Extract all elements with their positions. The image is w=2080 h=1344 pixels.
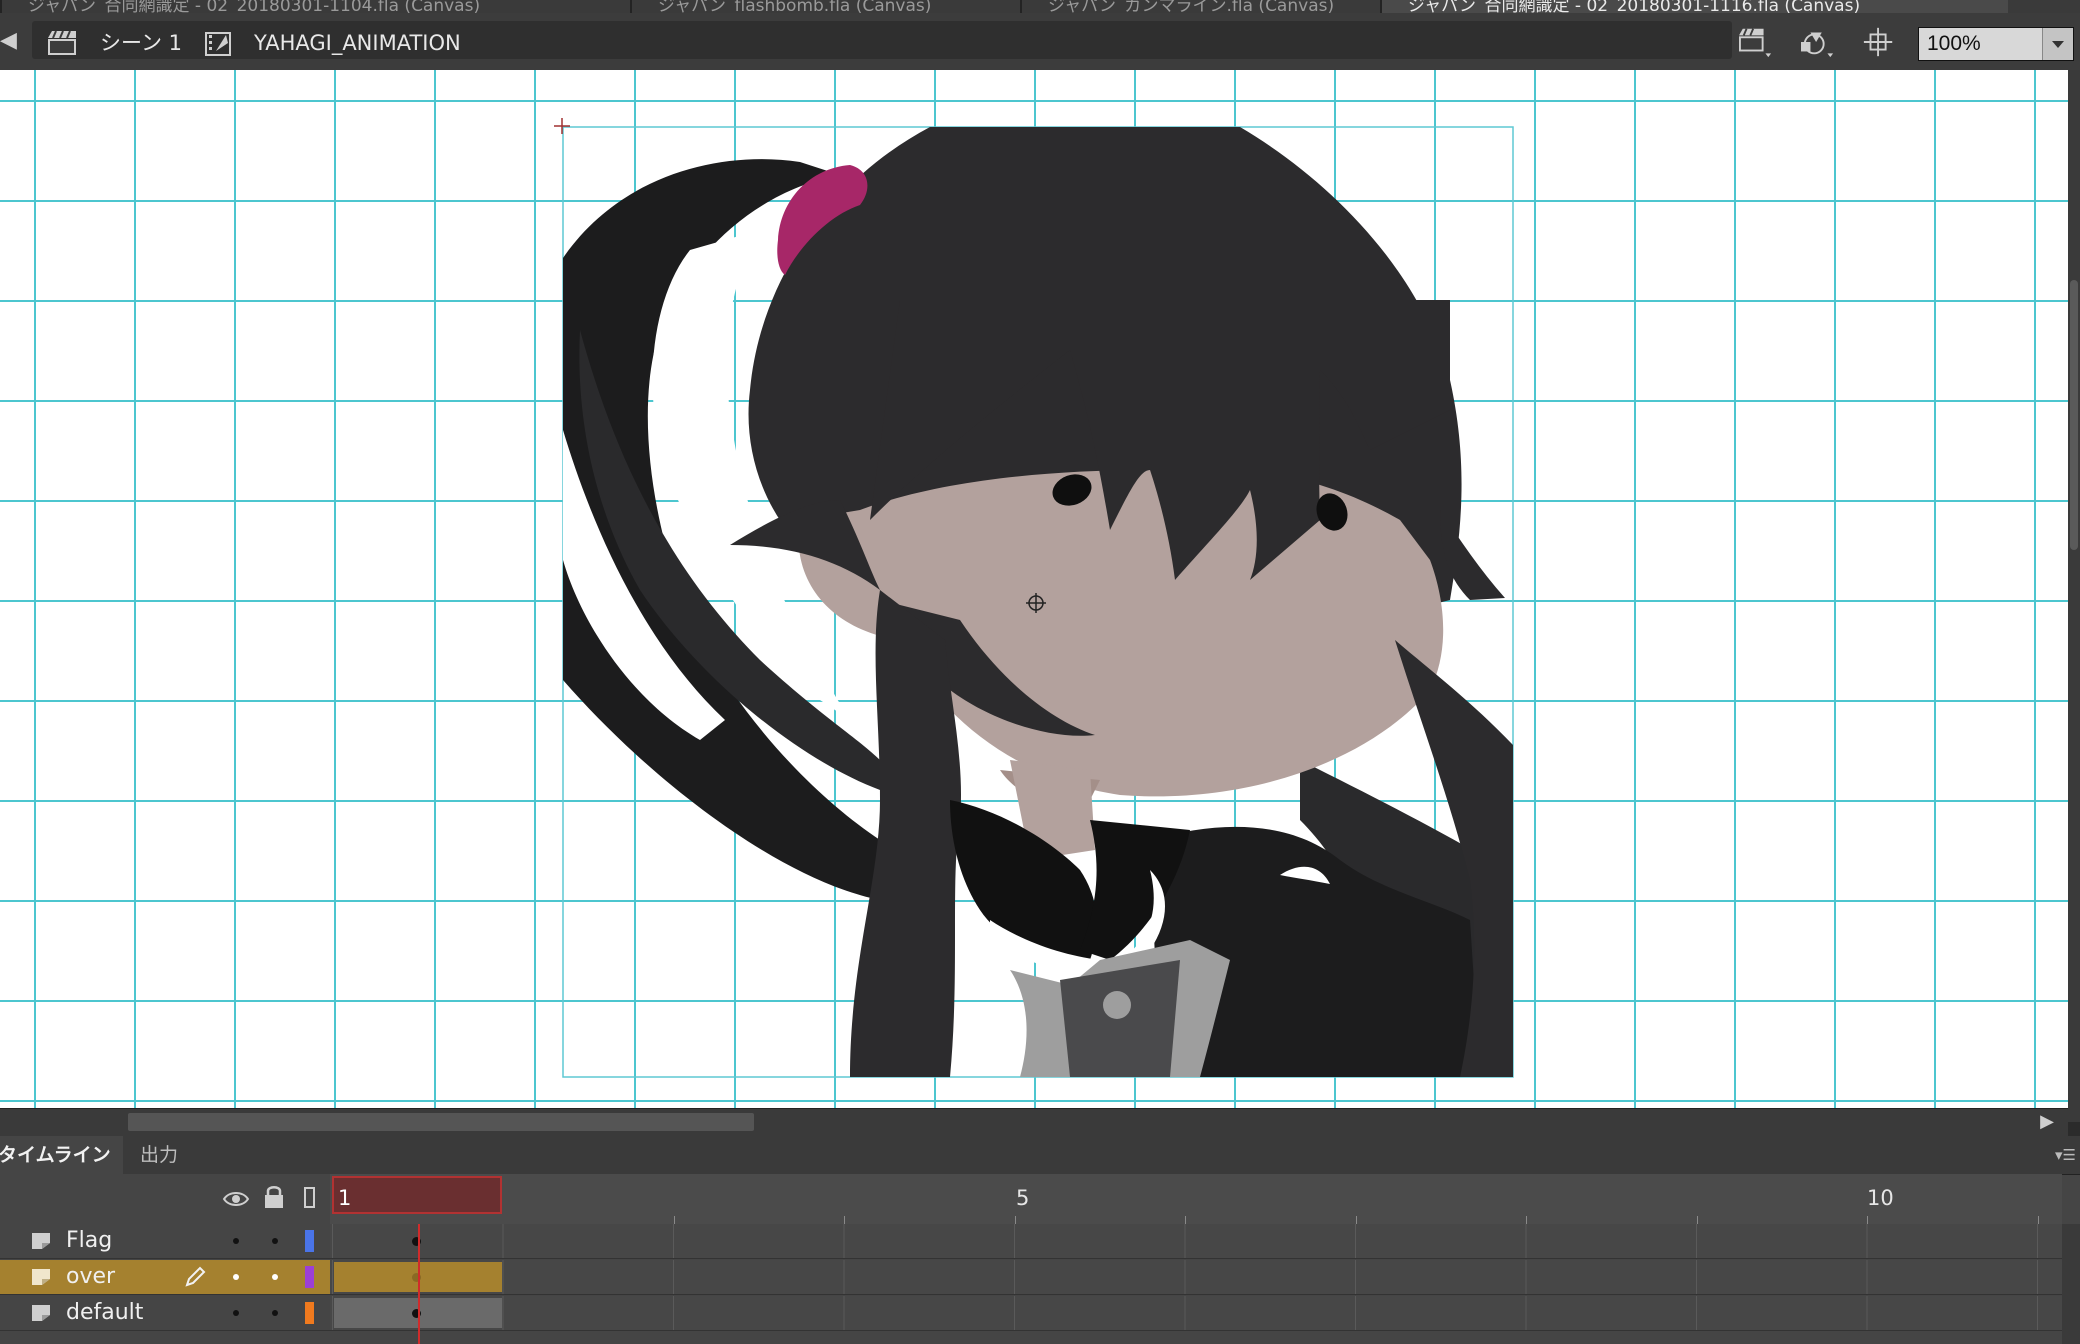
frame-row-default[interactable] (330, 1296, 2062, 1331)
layer-icon (32, 1269, 50, 1285)
chevron-down-icon[interactable] (2042, 28, 2073, 60)
panel-tab-bar: タイムライン 出力 ▾☰ (0, 1136, 2080, 1175)
scroll-thumb[interactable] (2070, 280, 2078, 550)
scroll-thumb[interactable] (128, 1113, 754, 1131)
document-tab[interactable]: ジャパン_flashbomb.fla (Canvas) (630, 0, 931, 13)
layer-row-over[interactable]: over (0, 1260, 330, 1295)
layer-color-swatch[interactable] (305, 1302, 314, 1324)
playhead[interactable]: 1 (332, 1176, 502, 1214)
edit-scene-icon[interactable] (1736, 25, 1776, 59)
stage-vertical-scrollbar[interactable] (2068, 70, 2080, 1122)
layer-row-flag[interactable]: Flag (0, 1224, 330, 1259)
layer-color-swatch[interactable] (305, 1230, 314, 1252)
layer-icon (32, 1233, 50, 1249)
character-artwork[interactable] (0, 70, 2068, 1108)
document-tab[interactable]: ジャパン_ガンマライン.fla (Canvas) (1020, 0, 1334, 13)
document-tab[interactable]: ジャパン_合同網識定 - 02_20180301-1104.fla (Canva… (0, 0, 480, 13)
layer-name[interactable]: over (66, 1263, 115, 1291)
layer-color-swatch[interactable] (305, 1266, 314, 1288)
edit-bar: ◀ シーン 1 YAHAGI_ANIMATION 100% (0, 13, 2080, 71)
lock-dot[interactable] (272, 1238, 278, 1244)
frame-number: 10 (1867, 1186, 1894, 1210)
document-tab-bar: ジャパン_合同網識定 - 02_20180301-1104.fla (Canva… (0, 0, 2080, 13)
outline-icon[interactable] (303, 1186, 317, 1210)
frame-row-over[interactable] (330, 1260, 2062, 1295)
tab-timeline[interactable]: タイムライン (0, 1136, 123, 1174)
tab-output[interactable]: 出力 (128, 1136, 190, 1174)
visibility-dot[interactable] (233, 1310, 239, 1316)
layer-header (0, 1174, 330, 1224)
playhead-line (418, 1224, 420, 1344)
scroll-right-icon[interactable]: ▶ (2040, 1111, 2054, 1132)
edit-symbols-icon[interactable] (1796, 25, 1840, 59)
movie-clip-symbol-icon (205, 32, 231, 56)
timeline-vertical-scrollbar[interactable] (2062, 1224, 2080, 1344)
zoom-select[interactable]: 100% (1918, 27, 2074, 61)
scene-label[interactable]: シーン 1 (100, 30, 182, 56)
center-stage-icon[interactable] (1862, 25, 1896, 59)
pencil-icon (185, 1266, 206, 1287)
scene-clapper-icon[interactable] (46, 29, 80, 57)
frame-row-flag[interactable] (330, 1224, 2062, 1259)
layer-icon (32, 1305, 50, 1321)
frame-number: 5 (1016, 1186, 1030, 1210)
panel-menu-icon[interactable]: ▾☰ (2055, 1146, 2076, 1164)
visibility-dot[interactable] (233, 1274, 239, 1280)
eye-icon[interactable] (222, 1188, 250, 1210)
symbol-label[interactable]: YAHAGI_ANIMATION (254, 30, 461, 56)
lock-dot[interactable] (272, 1274, 278, 1280)
lock-icon[interactable] (262, 1184, 286, 1210)
frame-ruler[interactable]: 1 5 10 (330, 1174, 2062, 1225)
stage-horizontal-scrollbar[interactable]: ▶ (0, 1108, 2068, 1137)
stage-canvas[interactable] (0, 70, 2068, 1108)
layer-name[interactable]: Flag (66, 1227, 112, 1255)
document-tab-active[interactable]: ジャパン_合同網識定 - 02_20180301-1116.fla (Canva… (1380, 0, 2008, 13)
layer-row-default[interactable]: default (0, 1296, 330, 1331)
visibility-dot[interactable] (233, 1238, 239, 1244)
layer-name[interactable]: default (66, 1299, 143, 1327)
timeline-panel: タイムライン 出力 ▾☰ 1 5 10 Flag over default (0, 1136, 2080, 1344)
back-arrow-icon[interactable]: ◀ (0, 30, 22, 52)
lock-dot[interactable] (272, 1310, 278, 1316)
